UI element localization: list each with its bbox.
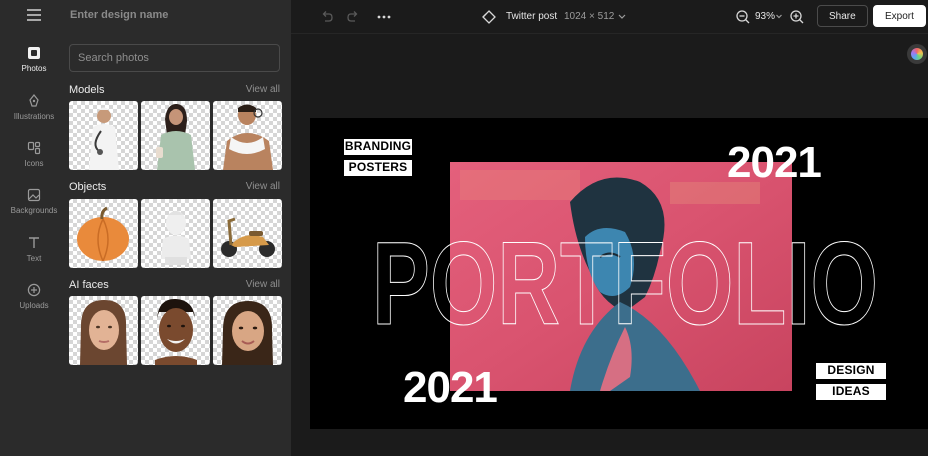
top-toolbar: Twitter post 1024 × 512 93% Share Export <box>291 0 928 34</box>
more-options-icon[interactable] <box>376 9 392 25</box>
upload-icon <box>27 283 41 297</box>
section-title-models: Models <box>69 84 105 96</box>
color-picker-icon[interactable] <box>907 44 927 64</box>
illustration-icon <box>29 94 39 107</box>
year-bottom-text[interactable]: 2021 <box>403 363 498 413</box>
rail-item-label: Text <box>26 254 42 263</box>
resize-icon[interactable] <box>481 9 497 25</box>
model-thumbnail-doctor[interactable] <box>69 101 138 170</box>
posters-label[interactable]: POSTERS <box>344 160 412 176</box>
object-thumbnail-pumpkin[interactable] <box>69 199 138 268</box>
design-name-input[interactable]: Enter design name <box>70 9 168 21</box>
portfolio-title-label: PORTFOLIO <box>372 220 878 330</box>
rail-item-photos[interactable]: Photos <box>0 46 68 92</box>
rail-item-label: Uploads <box>19 301 49 310</box>
hamburger-menu-icon[interactable] <box>27 9 41 21</box>
zoom-chevron-down-icon[interactable] <box>775 10 783 24</box>
objects-row <box>69 199 282 268</box>
background-icon <box>27 188 41 202</box>
doctor-figure-image <box>89 107 119 170</box>
statue-bust-image <box>161 211 191 265</box>
model-thumbnail-man[interactable] <box>213 101 282 170</box>
year-top-text[interactable]: 2021 <box>727 138 822 188</box>
section-title-ai-faces: AI faces <box>69 279 109 291</box>
app-window: Photos Illustrations Icons Backgrounds T… <box>0 0 928 456</box>
portfolio-title-text[interactable]: PORTFOLIO <box>372 220 892 330</box>
tool-rail: Photos Illustrations Icons Backgrounds T… <box>0 0 68 456</box>
photo-icon <box>28 47 40 59</box>
view-all-models-link[interactable]: View all <box>246 84 280 95</box>
branding-label[interactable]: BRANDING <box>344 139 412 155</box>
model-thumbnail-woman[interactable] <box>141 101 210 170</box>
ai-face-thumbnail-1[interactable] <box>69 296 138 365</box>
ideas-label[interactable]: IDEAS <box>816 384 886 400</box>
ai-faces-row <box>69 296 282 365</box>
view-all-ai-faces-link[interactable]: View all <box>246 279 280 290</box>
document-title[interactable]: Twitter post <box>506 11 557 22</box>
woman-figure-image <box>156 103 195 170</box>
undo-icon[interactable] <box>319 9 335 25</box>
design-label[interactable]: DESIGN <box>816 363 886 379</box>
share-button[interactable]: Share <box>817 5 868 27</box>
zoom-out-icon[interactable] <box>735 9 751 25</box>
chevron-down-icon[interactable] <box>617 10 627 24</box>
rail-item-text[interactable]: Text <box>0 236 68 282</box>
ai-face-thumbnail-3[interactable] <box>213 296 282 365</box>
icons-icon <box>27 141 41 155</box>
search-photos-input[interactable] <box>69 44 280 72</box>
text-icon <box>29 237 39 248</box>
models-row <box>69 101 282 170</box>
zoom-level[interactable]: 93% <box>755 11 775 22</box>
ai-face-thumbnail-2[interactable] <box>141 296 210 365</box>
zoom-in-icon[interactable] <box>789 9 805 25</box>
rail-item-illustrations[interactable]: Illustrations <box>0 94 68 140</box>
rail-item-label: Icons <box>24 159 44 168</box>
rail-item-label: Photos <box>21 64 47 73</box>
ai-face-man-image <box>155 298 197 365</box>
redo-icon[interactable] <box>345 9 361 25</box>
ai-face-woman-image <box>80 300 127 365</box>
ai-face-girl-image <box>222 301 273 365</box>
photos-panel: Enter design name Models View all <box>68 0 291 456</box>
rail-item-icons[interactable]: Icons <box>0 141 68 187</box>
view-all-objects-link[interactable]: View all <box>246 181 280 192</box>
rail-item-uploads[interactable]: Uploads <box>0 283 68 329</box>
man-figure-image <box>223 104 273 170</box>
object-thumbnail-scooter[interactable] <box>213 199 282 268</box>
rail-item-label: Backgrounds <box>10 206 58 215</box>
rail-item-label: Illustrations <box>13 112 55 121</box>
scooter-image <box>221 217 275 257</box>
document-size: 1024 × 512 <box>564 11 615 22</box>
object-thumbnail-bust[interactable] <box>141 199 210 268</box>
pumpkin-image <box>77 206 129 262</box>
design-canvas[interactable]: PORTFOLIO BRANDING POSTERS 2021 2021 DES… <box>310 118 928 429</box>
rail-item-backgrounds[interactable]: Backgrounds <box>0 188 68 234</box>
export-button[interactable]: Export <box>873 5 926 27</box>
section-title-objects: Objects <box>69 181 107 193</box>
